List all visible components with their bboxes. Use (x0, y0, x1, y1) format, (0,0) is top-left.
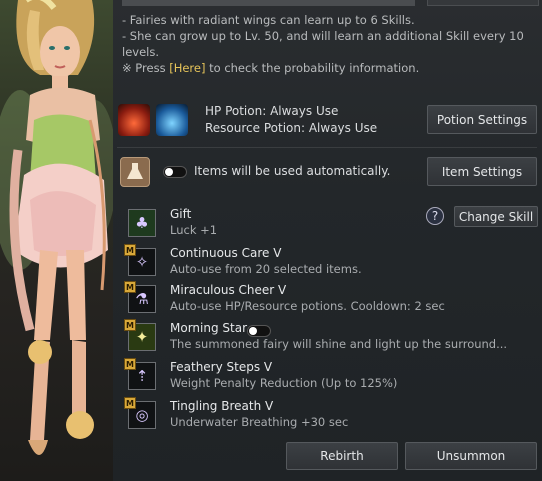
resource-potion-icon[interactable] (156, 104, 188, 136)
skill-name: Tingling Breath V (170, 399, 274, 413)
change-skill-button[interactable]: Change Skill (454, 206, 538, 227)
skill-name: Morning Star (170, 321, 248, 335)
top-progress-bar (122, 0, 415, 6)
item-settings-button[interactable]: Item Settings (427, 157, 537, 186)
skill-desc: The summoned fairy will shine and light … (170, 337, 508, 351)
item-bag-icon (120, 157, 150, 187)
rebirth-button[interactable]: Rebirth (286, 442, 398, 470)
skill-tingling-breath[interactable]: ◎ M Tingling Breath V Underwater Breathi… (124, 397, 424, 433)
info-line-3: ※ Press [Here] to check the probability … (122, 60, 542, 76)
divider (117, 147, 537, 148)
skill-name: Gift (170, 207, 192, 221)
skill-miraculous-cheer[interactable]: ⚗ M Miraculous Cheer V Auto-use HP/Resou… (124, 281, 445, 317)
skill-name: Miraculous Cheer V (170, 283, 287, 297)
master-badge: M (124, 319, 136, 331)
toggle-knob (165, 168, 173, 176)
auto-item-label: Items will be used automatically. (194, 164, 391, 178)
unsummon-button[interactable]: Unsummon (405, 442, 537, 470)
morning-star-toggle[interactable] (247, 325, 271, 337)
resource-potion-label: Resource Potion: Always Use (205, 121, 378, 135)
toggle-knob (249, 327, 257, 335)
master-badge: M (124, 244, 136, 256)
probability-info-link[interactable]: [Here] (169, 61, 205, 75)
potion-settings-button[interactable]: Potion Settings (427, 105, 537, 134)
help-icon[interactable]: ? (426, 207, 444, 225)
skill-name: Feathery Steps V (170, 360, 273, 374)
master-badge: M (124, 397, 136, 409)
skill-morning-star[interactable]: ✦ M Morning Star The summoned fairy will… (124, 319, 507, 355)
fairy-illustration (0, 0, 113, 455)
master-badge: M (124, 281, 136, 293)
skill-desc: Weight Penalty Reduction (Up to 125%) (170, 376, 398, 390)
info-line-3-suffix: to check the probability information. (205, 61, 420, 75)
fairy-portrait (0, 0, 113, 481)
skill-desc: Underwater Breathing +30 sec (170, 415, 349, 429)
skill-desc: Luck +1 (170, 223, 218, 237)
skill-desc: Auto-use HP/Resource potions. Cooldown: … (170, 299, 445, 313)
skill-desc: Auto-use from 20 selected items. (170, 262, 362, 276)
potion-settings-text: HP Potion: Always Use Resource Potion: A… (205, 103, 377, 137)
skill-gift[interactable]: ♣ Gift Luck +1 (124, 205, 424, 241)
info-line-2: - She can grow up to Lv. 50, and will le… (122, 29, 524, 59)
master-badge: M (124, 358, 136, 370)
info-line-3-prefix: ※ Press (122, 61, 170, 75)
skill-continuous-care[interactable]: ✧ M Continuous Care V Auto-use from 20 s… (124, 244, 424, 280)
skill-feathery-steps[interactable]: ⇡ M Feathery Steps V Weight Penalty Redu… (124, 358, 424, 394)
flask-icon (127, 163, 143, 179)
auto-item-toggle[interactable] (163, 166, 187, 178)
top-button[interactable] (427, 0, 539, 6)
info-line-1: - Fairies with radiant wings can learn u… (122, 13, 415, 27)
hp-potion-icon[interactable] (118, 104, 150, 136)
clover-icon: ♣ (128, 209, 156, 237)
fairy-info-text: - Fairies with radiant wings can learn u… (122, 12, 542, 76)
skill-name: Continuous Care V (170, 246, 282, 260)
hp-potion-label: HP Potion: Always Use (205, 104, 339, 118)
